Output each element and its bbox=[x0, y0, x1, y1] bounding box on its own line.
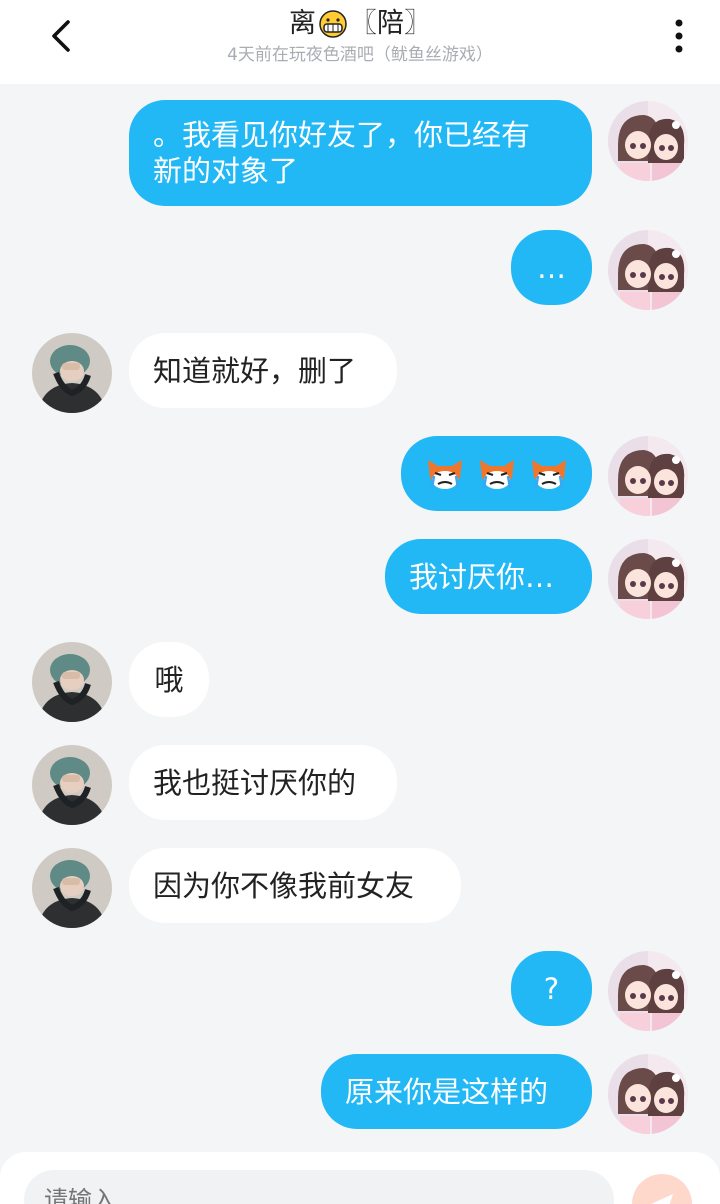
back-button[interactable] bbox=[40, 14, 84, 58]
outgoing-message-bubble[interactable]: 原来你是这样的 bbox=[321, 1054, 592, 1129]
message-text: 原来你是这样的 bbox=[345, 1074, 549, 1109]
message-input[interactable] bbox=[24, 1170, 614, 1204]
message-text: … bbox=[537, 250, 566, 285]
incoming-message-bubble[interactable]: 我也挺讨厌你的 bbox=[129, 745, 397, 820]
message-text: 知道就好，删了 bbox=[153, 353, 357, 388]
message-composer bbox=[0, 1152, 720, 1204]
message-text: 因为你不像我前女友 bbox=[153, 868, 415, 903]
my-avatar[interactable] bbox=[608, 539, 688, 619]
incoming-message-bubble[interactable]: 哦 bbox=[129, 642, 209, 717]
message-text: 我也挺讨厌你的 bbox=[153, 765, 357, 800]
contact-avatar[interactable] bbox=[32, 642, 112, 722]
incoming-message-bubble[interactable]: 知道就好，删了 bbox=[129, 333, 397, 408]
my-avatar[interactable] bbox=[608, 1054, 688, 1134]
grimace-face-icon bbox=[319, 10, 347, 38]
my-avatar[interactable] bbox=[608, 436, 688, 516]
my-avatar[interactable] bbox=[608, 230, 688, 310]
message-line: 。我看见你好友了，你已经有 bbox=[153, 118, 531, 152]
crying-fox-sticker-icon bbox=[531, 459, 566, 489]
my-avatar[interactable] bbox=[608, 951, 688, 1031]
send-icon bbox=[651, 1194, 673, 1204]
contact-tag: 〖陪〗 bbox=[350, 8, 431, 39]
outgoing-message-bubble[interactable]: ? bbox=[511, 951, 592, 1026]
vertical-dots-icon bbox=[675, 19, 683, 53]
outgoing-message-bubble[interactable]: 我讨厌你… bbox=[385, 539, 592, 614]
send-button[interactable] bbox=[632, 1174, 692, 1204]
chat-header: 离 〖陪〗 4天前在玩夜色酒吧（鱿鱼丝游戏） bbox=[0, 0, 720, 84]
crying-fox-sticker-icon bbox=[479, 459, 514, 489]
contact-avatar[interactable] bbox=[32, 333, 112, 413]
outgoing-sticker-bubble[interactable] bbox=[401, 436, 592, 511]
chat-title-area: 离 〖陪〗 4天前在玩夜色酒吧（鱿鱼丝游戏） bbox=[140, 6, 580, 67]
my-avatar[interactable] bbox=[608, 101, 688, 181]
contact-status: 4天前在玩夜色酒吧（鱿鱼丝游戏） bbox=[227, 45, 493, 65]
chevron-left-icon bbox=[52, 20, 70, 52]
message-text: ? bbox=[543, 971, 560, 1006]
message-text: 我讨厌你… bbox=[409, 559, 555, 594]
incoming-message-bubble[interactable]: 因为你不像我前女友 bbox=[129, 848, 461, 923]
chat-title: 离 〖陪〗 bbox=[140, 6, 580, 42]
outgoing-message-bubble[interactable]: … bbox=[511, 230, 592, 305]
contact-avatar[interactable] bbox=[32, 745, 112, 825]
contact-avatar[interactable] bbox=[32, 848, 112, 928]
crying-fox-sticker-icon bbox=[427, 459, 462, 489]
message-text: 哦 bbox=[154, 662, 184, 697]
more-options-button[interactable] bbox=[664, 14, 694, 58]
outgoing-message-bubble[interactable]: 。我看见你好友了，你已经有 新的对象了 bbox=[129, 100, 592, 206]
contact-name: 离 bbox=[289, 8, 316, 39]
message-line: 新的对象了 bbox=[153, 154, 299, 188]
